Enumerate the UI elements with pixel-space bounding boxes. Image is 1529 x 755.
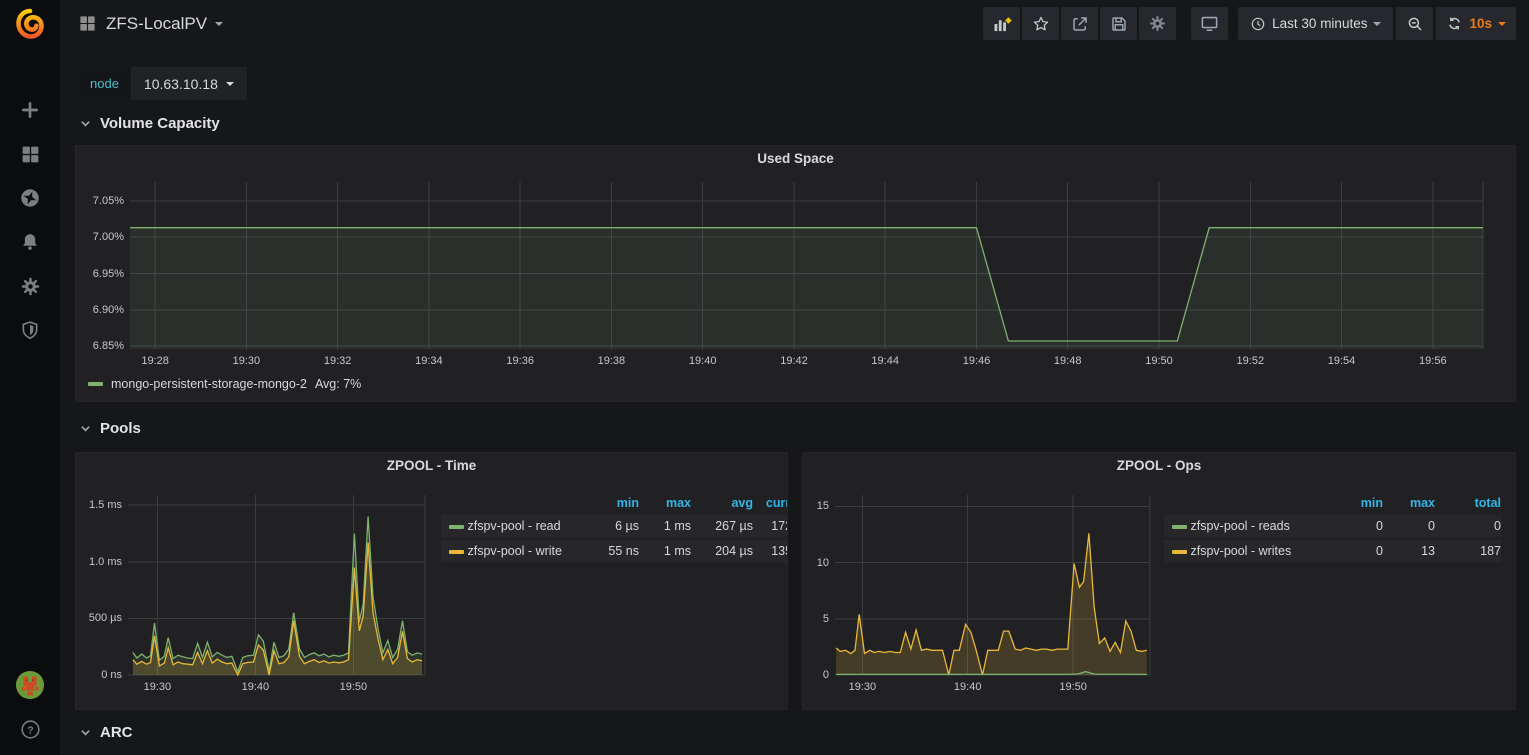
legend-min: 0 <box>1327 540 1383 562</box>
panel-title[interactable]: ZPOOL - Time <box>76 458 787 473</box>
legend-header-min[interactable]: min <box>579 494 639 512</box>
legend-min: 0 <box>1327 515 1383 537</box>
sidebar: ? <box>0 0 60 755</box>
variable-node-label: node <box>78 67 131 100</box>
series-swatch <box>449 525 464 529</box>
chevron-down-icon <box>80 727 91 738</box>
legend-header-avg[interactable]: avg <box>691 494 753 512</box>
legend-series-name[interactable]: mongo-persistent-storage-mongo-2 <box>111 377 307 391</box>
variable-node-dropdown[interactable]: 10.63.10.18 <box>131 67 247 100</box>
legend-avg: 267 µs <box>691 515 753 537</box>
refresh-interval-label: 10s <box>1469 16 1492 31</box>
zpool-ops-legend: min max total zfspv-pool - reads 0 0 0 z… <box>1164 491 1501 601</box>
panel-zpool-time: ZPOOL - Time 1.5 ms1.0 ms500 µs0 ns19:30… <box>75 452 788 710</box>
variable-node-value: 10.63.10.18 <box>144 76 218 92</box>
dashboard-squares-icon[interactable] <box>78 14 97 33</box>
zoom-out-button[interactable] <box>1396 7 1433 40</box>
legend-max: 13 <box>1383 540 1435 562</box>
add-panel-button[interactable] <box>983 7 1020 40</box>
legend-max: 1 ms <box>639 515 691 537</box>
grafana-logo[interactable] <box>0 0 60 48</box>
svg-text:?: ? <box>27 724 33 736</box>
legend-row-write: zfspv-pool - write 55 ns 1 ms 204 µs 135… <box>441 540 787 562</box>
server-admin-shield-icon[interactable] <box>0 308 60 352</box>
legend-current: 172 µs <box>753 515 787 537</box>
legend-row-read: zfspv-pool - read 6 µs 1 ms 267 µs 172 µ… <box>441 515 787 537</box>
save-button[interactable] <box>1100 7 1137 40</box>
time-range-picker[interactable]: Last 30 minutes <box>1238 7 1393 40</box>
zpool-time-chart[interactable]: 1.5 ms1.0 ms500 µs0 ns19:3019:4019:50 <box>84 487 429 701</box>
used-space-legend: mongo-persistent-storage-mongo-2 Avg: 7% <box>88 374 361 394</box>
legend-header-total[interactable]: total <box>1435 494 1501 512</box>
panel-zpool-ops: ZPOOL - Ops 15105019:3019:4019:50 min ma… <box>802 452 1516 710</box>
chevron-down-icon <box>1498 22 1506 26</box>
zpool-time-legend: min max avg current zfspv-pool - read 6 … <box>441 491 787 601</box>
legend-min: 6 µs <box>579 515 639 537</box>
legend-min: 55 ns <box>579 540 639 562</box>
refresh-icon <box>1446 15 1463 32</box>
legend-series-name: zfspv-pool - write <box>467 544 561 558</box>
legend-header-max[interactable]: max <box>1383 494 1435 512</box>
legend-avg: 204 µs <box>691 540 753 562</box>
user-avatar[interactable] <box>0 663 60 707</box>
time-range-label: Last 30 minutes <box>1272 16 1367 31</box>
dashboard-title: ZFS-LocalPV <box>106 14 207 34</box>
legend-avg-value: Avg: 7% <box>315 377 361 391</box>
panel-title[interactable]: ZPOOL - Ops <box>803 458 1515 473</box>
plus-icon[interactable] <box>0 88 60 132</box>
legend-series-name: zfspv-pool - writes <box>1190 544 1291 558</box>
row-label: Volume Capacity <box>100 115 220 132</box>
row-volume-capacity[interactable]: Volume Capacity <box>80 115 220 132</box>
legend-header-min[interactable]: min <box>1327 494 1383 512</box>
legend-row-reads: zfspv-pool - reads 0 0 0 <box>1164 515 1501 537</box>
used-space-chart[interactable]: 7.05%7.00%6.95%6.90%6.85%19:2819:3019:32… <box>84 176 1507 371</box>
panel-used-space: Used Space 7.05%7.00%6.95%6.90%6.85%19:2… <box>75 145 1516 402</box>
help-icon[interactable]: ? <box>0 707 60 751</box>
dashboard-title-dropdown[interactable]: ZFS-LocalPV <box>106 14 223 34</box>
alerting-bell-icon[interactable] <box>0 220 60 264</box>
series-swatch <box>1172 550 1187 554</box>
row-arc[interactable]: ARC <box>80 724 133 741</box>
series-swatch <box>449 550 464 554</box>
legend-total: 187 <box>1435 540 1501 562</box>
configuration-gear-icon[interactable] <box>0 264 60 308</box>
clock-icon <box>1250 16 1266 32</box>
row-pools[interactable]: Pools <box>80 420 141 437</box>
series-swatch <box>1172 525 1187 529</box>
row-label: ARC <box>100 724 133 741</box>
legend-total: 0 <box>1435 515 1501 537</box>
panel-settings-gear-button[interactable] <box>1139 7 1176 40</box>
panel-title[interactable]: Used Space <box>76 151 1515 166</box>
share-button[interactable] <box>1061 7 1098 40</box>
top-nav: ZFS-LocalPV <box>60 0 1529 47</box>
chevron-down-icon <box>226 82 234 86</box>
explore-compass-icon[interactable] <box>0 176 60 220</box>
variable-node: node 10.63.10.18 <box>78 67 247 100</box>
dashboards-icon[interactable] <box>0 132 60 176</box>
refresh-picker[interactable]: 10s <box>1436 7 1516 40</box>
chevron-down-icon <box>1373 22 1381 26</box>
legend-header-max[interactable]: max <box>639 494 691 512</box>
row-label: Pools <box>100 420 141 437</box>
legend-series-name: zfspv-pool - reads <box>1190 519 1289 533</box>
star-button[interactable] <box>1022 7 1059 40</box>
zpool-ops-chart[interactable]: 15105019:3019:4019:50 <box>811 487 1156 701</box>
chevron-down-icon <box>80 118 91 129</box>
chevron-down-icon <box>215 22 223 26</box>
legend-row-writes: zfspv-pool - writes 0 13 187 <box>1164 540 1501 562</box>
legend-max: 0 <box>1383 515 1435 537</box>
tv-cycle-button[interactable] <box>1191 7 1228 40</box>
series-swatch <box>88 382 103 386</box>
legend-series-name: zfspv-pool - read <box>467 519 560 533</box>
legend-max: 1 ms <box>639 540 691 562</box>
chevron-down-icon <box>80 423 91 434</box>
